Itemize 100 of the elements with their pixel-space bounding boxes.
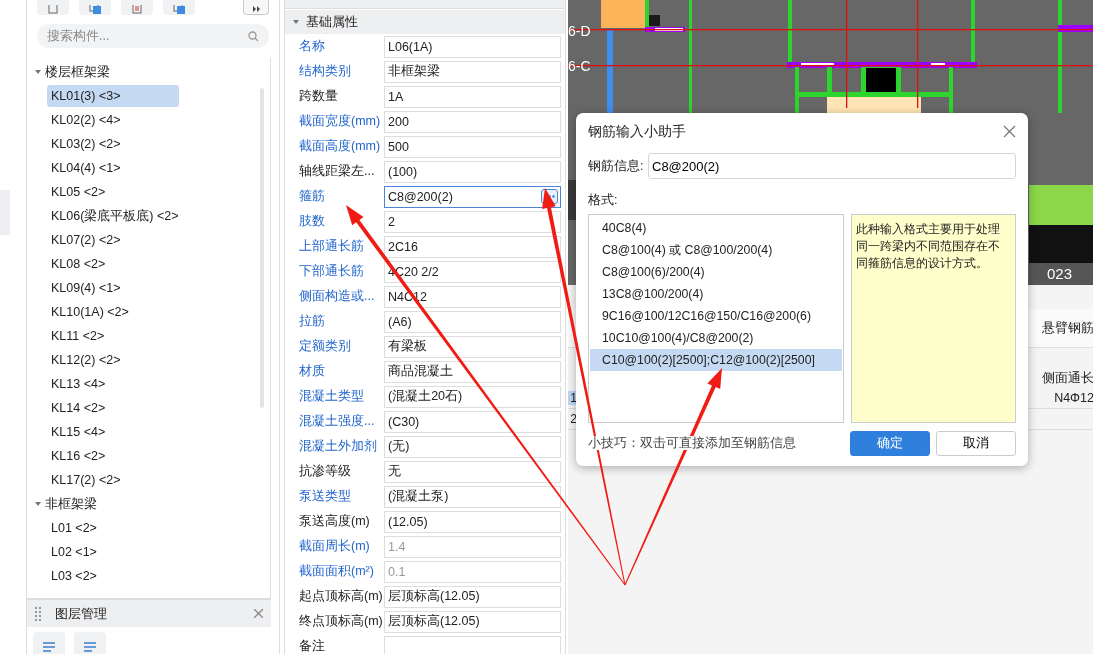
tree-item[interactable]: KL16 <2>	[47, 445, 110, 467]
format-item[interactable]: 10C10@100(4)/C8@200(2)	[590, 327, 842, 349]
property-name: 名称	[298, 38, 326, 55]
property-value-field[interactable]: 2	[384, 210, 561, 233]
close-icon[interactable]	[254, 609, 263, 618]
tree-group-label[interactable]: 非框架梁	[45, 495, 97, 513]
tree-item[interactable]: KL12(2) <2>	[47, 349, 125, 371]
tree-item[interactable]: L02 <1>	[47, 541, 101, 563]
format-item[interactable]: C8@100(4) 或 C8@100/200(4)	[590, 239, 842, 261]
confirm-button[interactable]: 确定	[850, 431, 930, 456]
property-value-field[interactable]: 有梁板	[384, 335, 561, 358]
property-name: 截面宽度(mm)	[298, 113, 382, 130]
copy-icon	[88, 5, 102, 15]
format-item[interactable]: 9C16@100/12C16@150/C16@200(6)	[590, 305, 842, 327]
property-name: 材质	[298, 363, 326, 380]
tree-item[interactable]: KL05 <2>	[47, 181, 110, 203]
property-name: 混凝土外加剂	[298, 438, 378, 455]
caret-icon[interactable]	[292, 19, 300, 25]
layers-icon	[82, 640, 98, 654]
rebar-input-field[interactable]: C8@200(2)	[648, 153, 1016, 179]
format-item[interactable]: C10@100(2)[2500];C12@100(2)[2500]	[590, 349, 842, 371]
search-field[interactable]: 搜索构件...	[37, 24, 269, 48]
tree-item[interactable]: KL14 <2>	[47, 397, 110, 419]
property-value-field[interactable]: 200	[384, 110, 561, 133]
property-name: 抗渗等级	[298, 463, 352, 480]
row-number[interactable]: 2	[568, 412, 579, 426]
tree-item[interactable]: KL17(2) <2>	[47, 469, 125, 491]
search-icon	[248, 31, 259, 42]
panel-title: 图层管理	[55, 604, 108, 623]
property-name: 轴线距梁左...	[298, 163, 376, 180]
property-name: 混凝土类型	[298, 388, 365, 405]
tree-item[interactable]: KL11 <2>	[47, 325, 109, 347]
property-value-field[interactable]: (混凝土20石)	[384, 385, 561, 408]
caret-icon[interactable]	[34, 69, 42, 75]
property-name: 混凝土强度...	[298, 413, 376, 430]
property-name: 侧面构造或...	[298, 288, 376, 305]
property-value-field[interactable]: 商品混凝土	[384, 360, 561, 383]
format-item[interactable]: 40C8(4)	[590, 217, 842, 239]
property-value-field[interactable]: L06(1A)	[384, 35, 561, 58]
property-value-field[interactable]: (混凝土泵)	[384, 485, 561, 508]
tree-group-label[interactable]: 楼层框架梁	[45, 63, 110, 81]
tip-text: 小技巧：双击可直接添加至钢筋信息	[588, 436, 796, 450]
column-header: 侧面通长	[1042, 369, 1093, 387]
tree-item[interactable]: KL09(4) <1>	[47, 277, 125, 299]
layer-button[interactable]	[74, 632, 106, 654]
property-name: 箍筋	[298, 188, 326, 205]
property-value-field[interactable]: 层顶标高(12.05)	[384, 585, 561, 608]
close-button[interactable]	[1002, 125, 1016, 139]
tree-item[interactable]: KL02(2) <4>	[47, 109, 125, 131]
property-name: 备注	[298, 638, 326, 654]
table-cell: N4Φ12	[1054, 391, 1093, 405]
layer-button[interactable]	[33, 632, 65, 654]
copy-icon	[172, 5, 186, 15]
delete-icon	[130, 5, 144, 15]
tree-item[interactable]: L01 <2>	[47, 517, 101, 539]
tree-item[interactable]: KL13 <4>	[47, 373, 110, 395]
property-name: 上部通长筋	[298, 238, 365, 255]
property-name: 截面高度(mm)	[298, 138, 382, 155]
format-item[interactable]: 13C8@100/200(4)	[590, 283, 842, 305]
page-icon	[46, 5, 60, 15]
property-group-header[interactable]: 基础属性	[285, 10, 565, 34]
field-label: 格式:	[588, 192, 619, 209]
layers-icon	[41, 640, 57, 654]
tree-item[interactable]: KL08 <2>	[47, 253, 110, 275]
property-name: 肢数	[298, 213, 326, 230]
tree-item[interactable]: KL07(2) <2>	[47, 229, 125, 251]
axis-label: 023	[1047, 265, 1073, 282]
drag-handle-icon[interactable]	[35, 606, 41, 621]
tree-item[interactable]: KL01(3) <3>	[47, 85, 179, 107]
tree-item[interactable]: KL06(梁底平板底) <2>	[47, 205, 183, 227]
property-value-field[interactable]: 非框架梁	[384, 60, 561, 83]
property-name: 起点顶标高(m)	[298, 588, 384, 605]
property-value-field[interactable]: (100)	[384, 160, 561, 183]
property-value-field[interactable]: 2C16	[384, 235, 561, 258]
tree-item[interactable]: L03 <2>	[47, 565, 101, 587]
property-name: 跨数量	[298, 88, 339, 105]
description-text: 此种输入格式主要用于处理同一跨梁内不同范围存在不同箍筋信息的设计方式。	[851, 214, 1016, 423]
tree-item[interactable]: KL03(2) <2>	[47, 133, 125, 155]
property-value-field[interactable]: (12.05)	[384, 510, 561, 533]
property-value-field[interactable]: 层顶标高(12.05)	[384, 610, 561, 633]
property-name: 终点顶标高(m)	[298, 613, 384, 630]
property-value-field[interactable]: 无	[384, 460, 561, 483]
tree-item[interactable]: KL10(1A) <2>	[47, 301, 133, 323]
format-item[interactable]: C8@100(6)/200(4)	[590, 261, 842, 283]
caret-icon[interactable]	[34, 501, 42, 507]
property-name: 泵送高度(m)	[298, 513, 371, 530]
property-name: 结构类别	[298, 63, 352, 80]
field-label: 钢筋信息:	[588, 157, 644, 175]
property-name: 拉筋	[298, 313, 326, 330]
cancel-button[interactable]: 取消	[936, 431, 1016, 456]
property-value-field[interactable]: (C30)	[384, 410, 561, 433]
property-value-field[interactable]: 1A	[384, 85, 561, 108]
property-value-field[interactable]: (A6)	[384, 310, 561, 333]
property-name: 截面周长(m)	[298, 538, 371, 555]
tree-item[interactable]: KL04(4) <1>	[47, 157, 125, 179]
toolbar-button[interactable]	[243, 0, 269, 15]
property-value-field[interactable]	[384, 635, 561, 654]
property-value-field[interactable]: (无)	[384, 435, 561, 458]
tree-item[interactable]: KL15 <4>	[47, 421, 110, 443]
property-value-field[interactable]: 500	[384, 135, 561, 158]
